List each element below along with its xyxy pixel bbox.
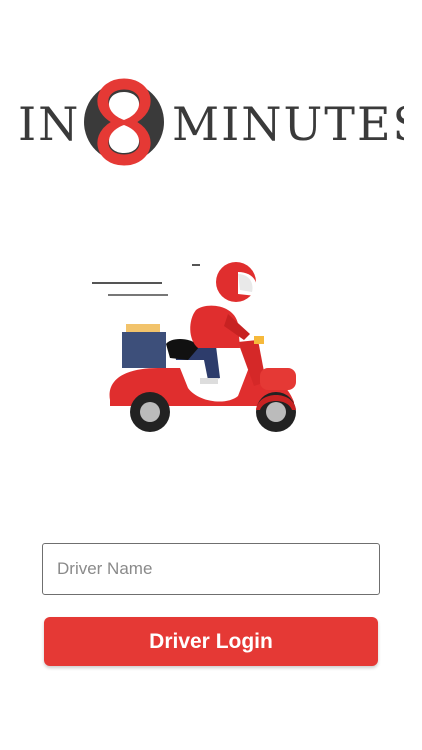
delivery-scooter-icon [92, 262, 296, 432]
driver-login-button[interactable]: Driver Login [44, 617, 378, 666]
logo-text-in: IN [18, 97, 80, 151]
logo-text-minutes: MINUTES [172, 97, 404, 151]
logo-eight-badge [84, 78, 164, 166]
brand-logo: IN MINUTES [18, 78, 404, 168]
driver-name-input[interactable] [42, 543, 380, 595]
delivery-scooter-illustration [88, 250, 318, 450]
brand-logo-graphic: IN MINUTES [18, 78, 404, 166]
